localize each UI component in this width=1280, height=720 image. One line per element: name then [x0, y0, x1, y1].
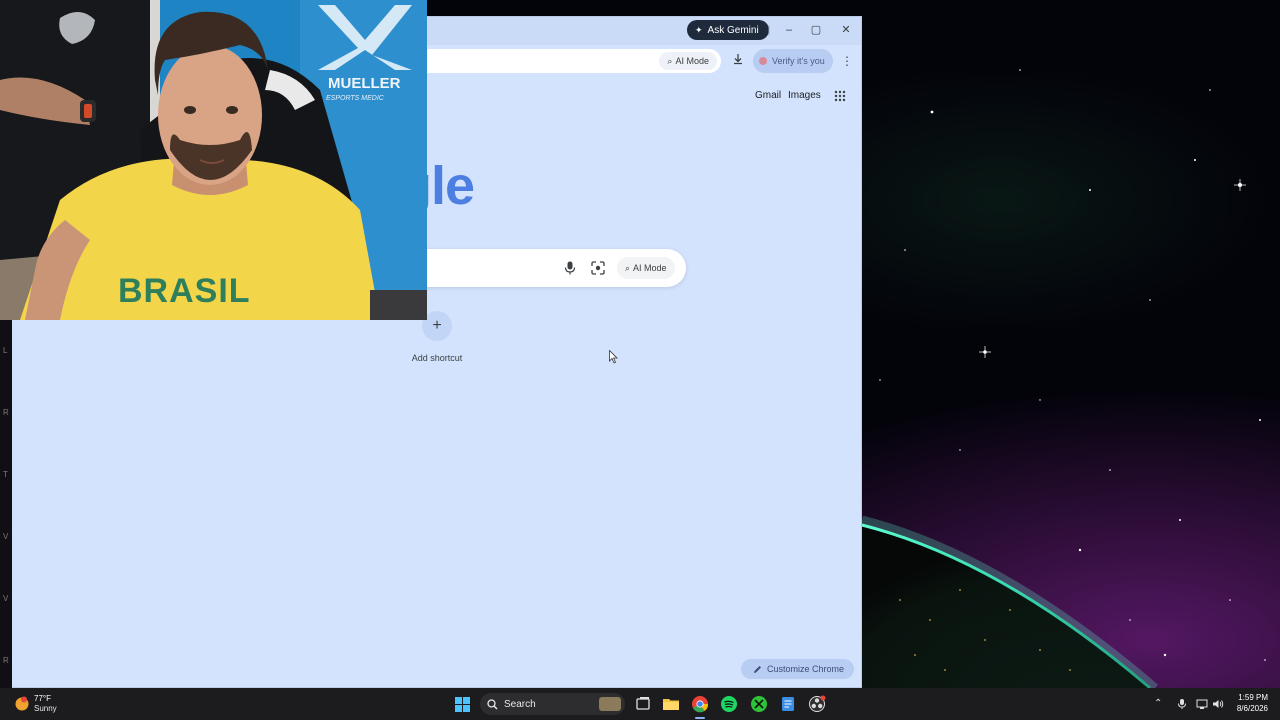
add-shortcut-label[interactable]: Add shortcut	[407, 353, 467, 363]
file-explorer-icon[interactable]	[662, 695, 680, 713]
search-icon	[487, 698, 498, 709]
mic-icon[interactable]	[564, 261, 576, 275]
clock-time[interactable]: 1:59 PM	[1232, 693, 1268, 702]
planet	[862, 525, 1150, 688]
spotify-icon[interactable]	[720, 695, 738, 713]
windows-start-icon[interactable]	[455, 697, 470, 712]
customize-label: Customize Chrome	[767, 664, 845, 674]
sun-icon	[15, 696, 29, 711]
maximize-button[interactable]: ▢	[804, 21, 828, 39]
task-view-icon[interactable]	[634, 695, 652, 713]
pencil-icon	[754, 665, 761, 673]
omnibox-ai-mode-button[interactable]: ⌕ AI Mode	[659, 52, 717, 70]
search-ai-mode-button[interactable]: ⌕ AI Mode	[617, 257, 675, 279]
chevron-up-icon[interactable]: ⌃	[1154, 698, 1166, 710]
network-icon[interactable]	[1196, 698, 1208, 710]
banner-text: MUELLER	[328, 75, 401, 92]
banner-subtext: ESPORTS MEDIC	[326, 95, 385, 102]
apps-grid-icon[interactable]	[834, 90, 846, 102]
streamer-camera-feed: MUELLER ESPORTS MEDIC BRASIL	[0, 0, 427, 320]
verify-identity-button[interactable]: Verify it's you	[753, 49, 833, 73]
mouse-cursor-icon	[609, 350, 618, 364]
gemini-star-icon: ✦	[695, 24, 703, 35]
weather-condition: Sunny	[34, 704, 57, 713]
xbox-app-icon[interactable]	[750, 695, 768, 713]
plus-icon: +	[432, 317, 442, 334]
volume-icon[interactable]	[1212, 698, 1224, 710]
taskbar-search-box[interactable]: Search	[480, 693, 625, 715]
clock-date[interactable]: 8/6/2026	[1232, 704, 1268, 713]
search-sparkle-icon: ⌕	[667, 55, 673, 66]
lens-icon[interactable]	[591, 261, 605, 275]
chrome-menu-icon[interactable]: ⋮	[839, 50, 855, 72]
obs-icon[interactable]	[808, 695, 826, 713]
weather-temperature: 77°F	[34, 694, 51, 703]
webcam-overlay: MUELLER ESPORTS MEDIC BRASIL	[0, 0, 427, 320]
omnibox-ai-mode-label: AI Mode	[675, 56, 709, 66]
search-ai-mode-label: AI Mode	[633, 263, 667, 273]
left-edge-strip: L R T V V R	[0, 320, 12, 688]
active-app-indicator	[695, 717, 705, 719]
search-sparkle-icon: ⌕	[625, 262, 631, 273]
chrome-icon[interactable]	[691, 695, 709, 713]
search-highlight-icon	[599, 697, 621, 711]
notepad-icon[interactable]	[779, 695, 797, 713]
shirt-text: BRASIL	[118, 272, 251, 310]
close-window-button[interactable]: ✕	[834, 21, 858, 39]
profile-warning-icon	[759, 57, 767, 65]
minimize-button[interactable]: –	[777, 21, 801, 39]
customize-chrome-button[interactable]: Customize Chrome	[741, 659, 855, 679]
gmail-link[interactable]: Gmail	[755, 90, 781, 101]
download-icon[interactable]	[727, 50, 749, 72]
taskbar-search-label: Search	[504, 698, 536, 710]
ask-gemini-label: Ask Gemini	[707, 24, 759, 36]
taskbar: 77°F Sunny Search ⌃ 1:59 PM 8/6/2026	[0, 688, 1280, 720]
microphone-tray-icon[interactable]	[1176, 698, 1188, 710]
verify-label: Verify it's you	[772, 56, 825, 66]
images-link[interactable]: Images	[788, 90, 821, 101]
